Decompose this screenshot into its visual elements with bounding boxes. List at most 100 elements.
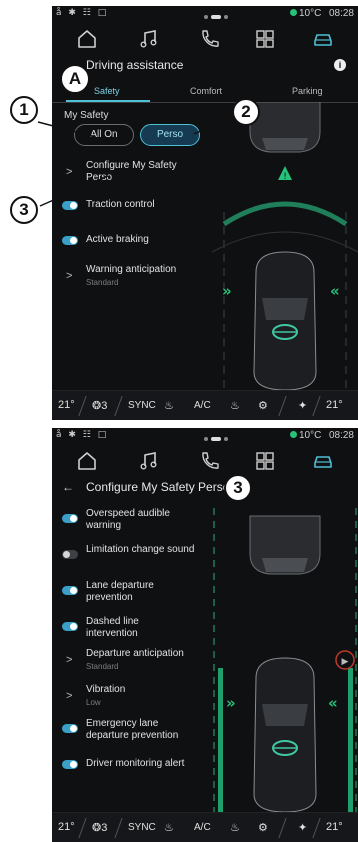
row-subtitle: Standard <box>86 278 119 287</box>
row-title: Configure My Safety Perso <box>86 160 177 183</box>
row-title: Overspeed audible warning <box>86 508 170 531</box>
page-indicator <box>204 433 231 444</box>
configure-my-safety-screen: å ✱ ☷ □ 10°C 08:28 ← Configure My Safety… <box>52 428 358 842</box>
dashed-line-intervention-toggle[interactable] <box>62 622 78 631</box>
row-title: Traction control <box>86 199 155 210</box>
ac-button[interactable]: A/C <box>194 822 211 833</box>
steering-wheel-heating-icon[interactable]: ⚙ <box>258 399 268 412</box>
temperature-value: 10°C <box>299 8 322 19</box>
apps-icon[interactable] <box>254 450 276 472</box>
music-icon[interactable] <box>138 450 160 472</box>
clock: 08:28 <box>328 8 354 19</box>
fan-level: 3 <box>101 822 108 834</box>
seat-ventilation-icon[interactable]: ✦ <box>298 399 307 412</box>
row-title: Lane departure prevention <box>86 580 154 603</box>
row-title: Limitation change sound <box>86 544 195 555</box>
status-icons: å ✱ ☷ □ <box>56 430 109 440</box>
steering-wheel-heating-icon[interactable]: ⚙ <box>258 821 268 834</box>
page-title: Configure My Safety Perso <box>86 480 230 494</box>
status-bar: å ✱ ☷ □ 10°C 08:28 <box>52 428 358 444</box>
callout-a: A <box>60 64 90 94</box>
callout-3-bottom: 3 <box>224 474 252 502</box>
rear-defrost-icon[interactable]: ♨ <box>230 399 240 412</box>
fan-speed[interactable]: ❂3 <box>92 821 107 834</box>
row-title: Driver monitoring alert <box>86 758 185 769</box>
emergency-lane-departure-toggle[interactable] <box>62 724 78 733</box>
temperature-value: 10°C <box>299 430 322 441</box>
fan-speed[interactable]: ❂3 <box>92 399 107 412</box>
row-title: Active braking <box>86 234 149 245</box>
svg-text:«: « <box>328 694 338 712</box>
home-icon[interactable] <box>76 450 98 472</box>
callout-3-top: 3 <box>10 196 38 224</box>
traction-control-toggle[interactable] <box>62 201 78 210</box>
outside-temperature: 10°C <box>290 430 321 441</box>
lane-departure-prevention-toggle[interactable] <box>62 586 78 595</box>
sync-button[interactable]: SYNC <box>128 822 156 833</box>
seat-heating-icon[interactable]: ♨ <box>164 399 174 412</box>
driver-monitoring-toggle[interactable] <box>62 760 78 769</box>
climate-bar: 21° ❂3 SYNC ♨ A/C ♨ ⚙ ✦ 21° <box>52 812 358 842</box>
top-navigation <box>52 22 358 56</box>
chevron-right-icon: > <box>66 654 73 666</box>
row-title: Vibration <box>86 684 126 695</box>
chevron-right-icon: > <box>66 270 73 282</box>
page-indicator <box>204 11 231 22</box>
left-temperature[interactable]: 21° <box>58 399 75 411</box>
tab-parking[interactable]: Parking <box>292 86 323 96</box>
ac-button[interactable]: A/C <box>194 400 211 411</box>
svg-text:«: « <box>330 282 340 300</box>
callout-2: 2 <box>232 98 260 126</box>
row-subtitle: Standard <box>86 662 119 671</box>
info-icon[interactable]: i <box>334 59 346 71</box>
row-title: Warning anticipation <box>86 264 177 275</box>
climate-bar: 21° ❂3 SYNC ♨ A/C ♨ ⚙ ✦ 21° <box>52 390 358 420</box>
status-icons: å ✱ ☷ □ <box>56 8 109 18</box>
my-safety-label: My Safety <box>64 110 109 121</box>
seat-heating-icon[interactable]: ♨ <box>164 821 174 834</box>
overspeed-warning-toggle[interactable] <box>62 514 78 523</box>
right-temperature[interactable]: 21° <box>326 821 343 833</box>
page-title: Driving assistance <box>86 58 184 72</box>
seat-ventilation-icon[interactable]: ✦ <box>298 821 307 834</box>
chevron-right-icon: > <box>66 690 73 702</box>
chevron-right-icon: > <box>66 166 73 178</box>
home-icon[interactable] <box>76 28 98 50</box>
all-on-button[interactable]: All On <box>74 124 134 146</box>
sync-button[interactable]: SYNC <box>128 400 156 411</box>
clock: 08:28 <box>328 430 354 441</box>
tab-safety[interactable]: Safety <box>94 86 120 96</box>
tab-comfort[interactable]: Comfort <box>190 86 222 96</box>
car-icon[interactable] <box>312 28 334 50</box>
left-temperature[interactable]: 21° <box>58 821 75 833</box>
fan-level: 3 <box>101 400 108 412</box>
limitation-change-sound-toggle[interactable] <box>62 550 78 559</box>
svg-text:▶: ▶ <box>342 657 349 667</box>
right-temperature[interactable]: 21° <box>326 399 343 411</box>
vehicle-illustration: » « ▶ <box>213 508 357 812</box>
svg-text:»: » <box>226 694 236 712</box>
row-subtitle: Low <box>86 698 101 707</box>
back-arrow-icon[interactable]: ← <box>62 480 74 494</box>
phone-icon[interactable] <box>198 450 220 472</box>
music-icon[interactable] <box>138 28 160 50</box>
outside-temperature: 10°C <box>290 8 321 19</box>
rear-defrost-icon[interactable]: ♨ <box>230 821 240 834</box>
callout-1: 1 <box>10 96 38 124</box>
row-title: Dashed line intervention <box>86 616 139 639</box>
svg-text:!: ! <box>283 172 287 182</box>
row-title: Emergency lane departure prevention <box>86 718 179 741</box>
status-bar: å ✱ ☷ □ 10°C 08:28 <box>52 6 358 22</box>
top-navigation <box>52 444 358 478</box>
row-title: Departure anticipation <box>86 648 184 659</box>
fan-icon: ❂ <box>92 822 102 834</box>
phone-icon[interactable] <box>198 28 220 50</box>
vehicle-illustration: ! » « <box>212 102 358 390</box>
car-icon[interactable] <box>312 450 334 472</box>
fan-icon: ❂ <box>92 400 102 412</box>
driving-assistance-screen: å ✱ ☷ □ 10°C 08:28 Driving assistance i … <box>52 6 358 420</box>
svg-text:»: » <box>222 282 232 300</box>
apps-icon[interactable] <box>254 28 276 50</box>
active-braking-toggle[interactable] <box>62 236 78 245</box>
perso-button[interactable]: Perso <box>140 124 200 146</box>
